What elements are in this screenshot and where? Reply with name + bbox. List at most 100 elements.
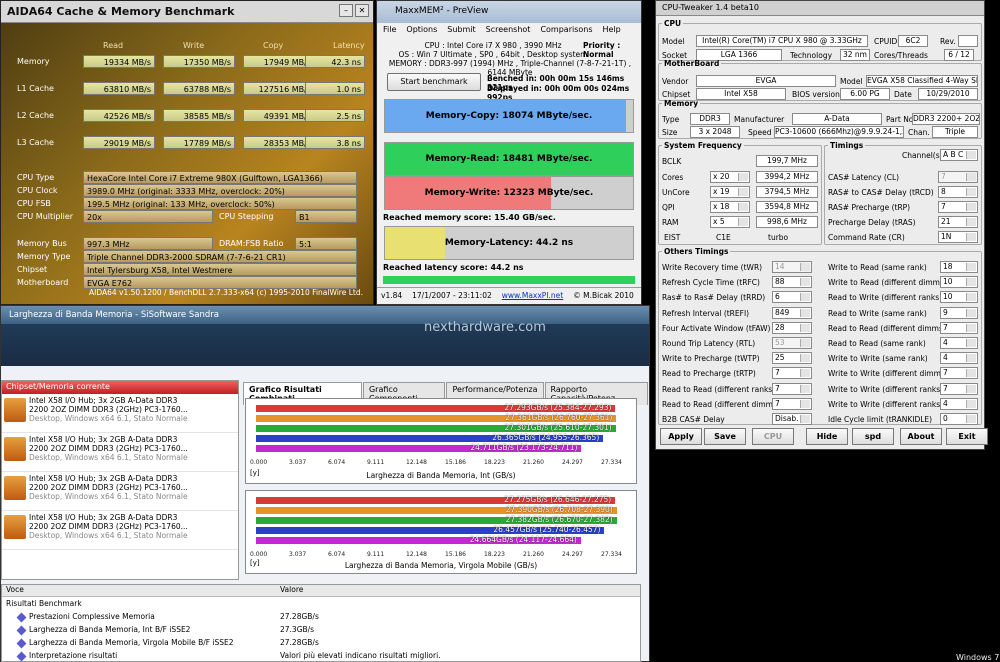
right-timing-select[interactable]: 4 (940, 337, 978, 349)
axis-tick: 12.148 (406, 551, 427, 558)
channels-select[interactable]: A B C (940, 149, 978, 161)
maxxmem-window: MaxxMEM² - PreView File Options Submit Scre… (376, 0, 642, 305)
device-line1: Intel X58 I/O Hub; 3x 2GB A-Data DDR3 (29, 396, 178, 405)
axis-tick: 3.037 (289, 551, 307, 558)
start-benchmark-button[interactable]: Start benchmark (387, 73, 481, 91)
close-icon[interactable]: ✕ (355, 4, 369, 17)
result-row[interactable]: Larghezza di Banda Memoria, Virgola Mobi… (2, 636, 640, 649)
right-timing-select[interactable]: 0 (940, 413, 978, 425)
chip-icon (4, 398, 26, 422)
save-button[interactable]: Save (704, 428, 746, 445)
result-key-text: Risultati Benchmark (6, 599, 82, 608)
aida-cpu-mult: 20x (83, 210, 213, 223)
watermark: nexthardware.com (424, 320, 546, 335)
right-timing-select[interactable]: 4 (940, 397, 978, 410)
menu-item-help[interactable]: Help (603, 25, 621, 34)
aida64-title: AIDA64 Cache & Memory Benchmark (1, 1, 373, 23)
right-timing-select[interactable]: 7 (940, 382, 978, 395)
trp-select[interactable]: 7 (938, 201, 978, 213)
left-timing-select[interactable]: Disab. (772, 413, 812, 425)
result-icon (16, 612, 27, 622)
right-timing-label: Write to Write (different dimms) (828, 369, 948, 379)
chart-bar-label: 24.664GB/s (24.117-24.664) (469, 535, 577, 544)
left-timing-label: Write Recovery time (tWR) (662, 263, 763, 272)
aida-latency-value: 42.3 ns (305, 55, 365, 68)
aida-latency-value: 2.5 ns (305, 109, 365, 122)
axis-tick: 12.148 (406, 459, 427, 466)
aida-col-header: Write (183, 41, 205, 50)
aida-write-value: 38585 MB/s (163, 109, 235, 122)
bclk-label: BCLK (662, 157, 682, 166)
cores-mult[interactable]: x 20 (710, 171, 750, 183)
device-list-item[interactable]: Intel X58 I/O Hub; 3x 2GB A-Data DDR3 220… (2, 511, 238, 550)
latency-score: Reached latency score: 44.2 ns (383, 263, 524, 272)
device-list-item[interactable]: Intel X58 I/O Hub; 3x 2GB A-Data DDR3 220… (2, 394, 238, 433)
aida-mem-bus: 997.3 MHz (83, 237, 213, 250)
other-timings-group-legend: Others Timings (664, 247, 729, 256)
maxxpi-link[interactable]: www.MaxxPI.net (502, 291, 563, 302)
aida-row-label: L1 Cache (17, 84, 54, 93)
tras-label: Precharge Delay (tRAS) (828, 218, 916, 227)
qpi-mult[interactable]: x 18 (710, 201, 750, 213)
right-timing-select[interactable]: 7 (940, 321, 978, 334)
aida-read-value: 63810 MB/s (83, 82, 155, 95)
left-timing-select[interactable]: 849 (772, 306, 812, 319)
right-timing-label: Read to Read (same rank) (828, 339, 926, 348)
result-key: Prestazioni Complessive Memoria (6, 610, 155, 623)
trcd-select[interactable]: 8 (938, 186, 978, 198)
left-timing-select[interactable]: 25 (772, 352, 812, 365)
result-value: 27.3GB/s (280, 625, 315, 634)
left-timing-select[interactable]: 7 (772, 367, 812, 380)
sandra-window: Larghezza di Banda Memoria - SiSoftware … (0, 305, 650, 662)
device-list-item[interactable]: Intel X58 I/O Hub; 3x 2GB A-Data DDR3 220… (2, 472, 238, 511)
right-timing-select[interactable]: 18 (940, 261, 978, 273)
progress-bar (383, 276, 635, 284)
aida-read-value: 19334 MB/s (83, 55, 155, 68)
hide-button[interactable]: Hide (806, 428, 848, 445)
right-timing-select[interactable]: 4 (940, 352, 978, 365)
result-key-text: Prestazioni Complessive Memoria (29, 612, 155, 621)
ram-mult[interactable]: x 5 (710, 216, 750, 228)
menu-item-comparisons[interactable]: Comparisons (540, 25, 592, 34)
result-row[interactable]: Interpretazione risultati Valori più elev… (2, 649, 640, 662)
menu-item-options[interactable]: Options (406, 25, 437, 34)
apply-button[interactable]: Apply (660, 428, 702, 445)
right-timing-select[interactable]: 9 (940, 306, 978, 319)
sandra-title: Larghezza di Banda Memoria - SiSoftware … (1, 306, 649, 324)
exit-button[interactable]: Exit (946, 428, 988, 445)
chan-label: Chan. (908, 128, 930, 137)
minimize-icon[interactable]: – (339, 4, 353, 17)
aida-row-label: Memory (17, 57, 50, 66)
menu-item-file[interactable]: File (383, 25, 396, 34)
result-key-text: Larghezza di Banda Memoria, Int B/F iSSE… (29, 625, 191, 634)
right-timing-select[interactable]: 7 (940, 367, 978, 380)
left-timing-select[interactable]: 53 (772, 337, 812, 349)
device-list-item[interactable]: Intel X58 I/O Hub; 3x 2GB A-Data DDR3 220… (2, 433, 238, 472)
left-timing-select[interactable]: 14 (772, 261, 812, 273)
tras-select[interactable]: 21 (938, 216, 978, 228)
left-timing-select[interactable]: 7 (772, 382, 812, 395)
menu-item-submit[interactable]: Submit (447, 25, 475, 34)
result-row[interactable]: Larghezza di Banda Memoria, Int B/F iSSE… (2, 623, 640, 636)
cas-select[interactable]: 7 (938, 171, 978, 183)
cpu-button[interactable]: CPU (752, 428, 794, 445)
menu-item-screenshot[interactable]: Screenshot (486, 25, 531, 34)
spd-button[interactable]: spd (852, 428, 894, 445)
chart-bar-label: 24.711GB/s (23.173-24.711) (470, 443, 578, 452)
uncore-mult[interactable]: x 19 (710, 186, 750, 198)
right-timing-select[interactable]: 10 (940, 291, 978, 304)
device-line3: Desktop, Windows x64 6.1, Stato Normale (29, 492, 188, 501)
cr-select[interactable]: 1N (938, 231, 978, 243)
left-timing-select[interactable]: 6 (772, 291, 812, 304)
result-row[interactable]: Prestazioni Complessive Memoria 27.28GB/s (2, 610, 640, 623)
left-timing-select[interactable]: 28 (772, 321, 812, 334)
left-timing-select[interactable]: 88 (772, 276, 812, 289)
aida-chipset-label: Chipset (17, 265, 48, 274)
left-timing-select[interactable]: 7 (772, 397, 812, 410)
about-button[interactable]: About (900, 428, 942, 445)
result-row[interactable]: Risultati Benchmark (2, 597, 640, 610)
aida-cpu_type-label: CPU Type (17, 173, 55, 182)
vendor-label: Vendor (662, 77, 689, 86)
right-timing-select[interactable]: 10 (940, 276, 978, 289)
rev-label: Rev. (940, 37, 956, 46)
